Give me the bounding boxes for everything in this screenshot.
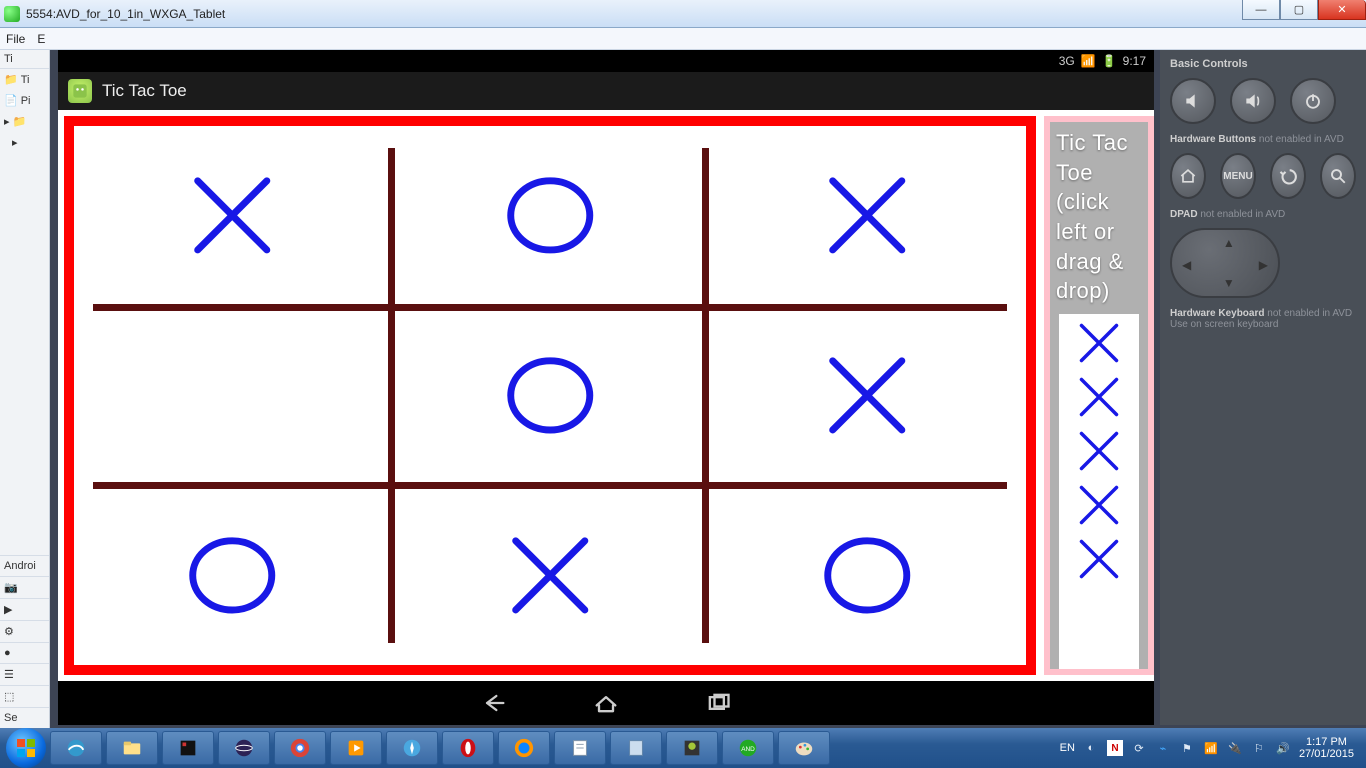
taskbar-app-2[interactable] xyxy=(610,731,662,765)
window-titlebar[interactable]: 5554:AVD_for_10_1in_WXGA_Tablet — ▢ ✕ xyxy=(0,0,1366,28)
ide-tab-2[interactable]: Ti xyxy=(21,74,30,86)
palette-piece-0[interactable] xyxy=(1074,318,1124,368)
start-button[interactable] xyxy=(6,728,46,768)
palette-piece-4[interactable] xyxy=(1074,534,1124,584)
taskbar-media[interactable] xyxy=(330,731,382,765)
network-icon: 3G xyxy=(1059,54,1075,68)
back-button[interactable] xyxy=(478,687,510,719)
taskbar-android-studio[interactable] xyxy=(666,731,718,765)
emu-menu-button[interactable]: MENU xyxy=(1220,153,1256,199)
tray-icon-3[interactable]: ⟳ xyxy=(1131,740,1147,756)
board-cell-0[interactable] xyxy=(74,126,391,306)
tray-icon-4[interactable]: ⚑ xyxy=(1179,740,1195,756)
piece-palette: Tic Tac Toe (click left or drag & drop) xyxy=(1044,116,1154,675)
app-icon xyxy=(68,79,92,103)
system-tray: EN ◐ N ⟳ ⌁ ⚑ 📶 🔌 ⚐ 🔊 1:17 PM 27/01/2015 xyxy=(1060,736,1360,760)
taskbar-firefox[interactable] xyxy=(498,731,550,765)
palette-piece-3[interactable] xyxy=(1074,480,1124,530)
emu-home-button[interactable] xyxy=(1170,153,1206,199)
app-title: Tic Tac Toe xyxy=(102,81,187,101)
board-cell-5[interactable] xyxy=(709,306,1026,486)
game-board[interactable] xyxy=(64,116,1036,675)
taskbar-opera[interactable] xyxy=(442,731,494,765)
close-button[interactable]: ✕ xyxy=(1318,0,1366,20)
palette-piece-1[interactable] xyxy=(1074,372,1124,422)
tray-icon-2[interactable]: N xyxy=(1107,740,1123,756)
tray-bluetooth-icon[interactable]: ⌁ xyxy=(1155,740,1171,756)
taskbar-notepad[interactable] xyxy=(554,731,606,765)
palette-label: Tic Tac Toe (click left or drag & drop) xyxy=(1050,122,1148,314)
board-cell-2[interactable] xyxy=(709,126,1026,306)
taskbar-explorer[interactable] xyxy=(106,731,158,765)
board-cell-7[interactable] xyxy=(391,485,708,665)
home-button[interactable] xyxy=(590,687,622,719)
board-cell-1[interactable] xyxy=(391,126,708,306)
tray-clock[interactable]: 1:17 PM 27/01/2015 xyxy=(1299,736,1354,760)
basic-controls-header: Basic Controls xyxy=(1170,58,1356,70)
dpad-note: not enabled in AVD xyxy=(1200,209,1285,220)
board-cell-4[interactable] xyxy=(391,306,708,486)
android-statusbar: 3G 📶 🔋 9:17 xyxy=(58,50,1154,72)
app-bar: Tic Tac Toe xyxy=(58,72,1154,110)
ide-tab-1[interactable]: Ti xyxy=(0,50,49,69)
menu-edit[interactable]: E xyxy=(37,32,45,46)
board-cell-6[interactable] xyxy=(74,485,391,665)
battery-icon: 🔋 xyxy=(1102,54,1117,68)
palette-piece-2[interactable] xyxy=(1074,426,1124,476)
tray-volume-icon[interactable]: 🔊 xyxy=(1275,740,1291,756)
hw-keyboard-label: Hardware Keyboard xyxy=(1170,308,1264,319)
power-button[interactable] xyxy=(1290,78,1336,124)
hw-buttons-note: not enabled in AVD xyxy=(1259,134,1344,145)
emulator-controls: Basic Controls Hardware Buttons not enab… xyxy=(1160,50,1366,725)
ide-tab-3[interactable]: Pi xyxy=(21,95,31,107)
taskbar-avd[interactable]: AND xyxy=(722,731,774,765)
tray-power-icon[interactable]: 🔌 xyxy=(1227,740,1243,756)
emu-back-button[interactable] xyxy=(1270,153,1306,199)
dpad[interactable]: ▲ ▼ ◀ ▶ xyxy=(1170,228,1280,298)
tray-icon-1[interactable]: ◐ xyxy=(1083,740,1099,756)
ide-sidebar: Ti 📁 Ti 📄 Pi ▸ 📁 ▸ Androi 📷 ▶ ⚙ ● ☰ ⬚ Se xyxy=(0,50,50,728)
maximize-button[interactable]: ▢ xyxy=(1280,0,1318,20)
taskbar-eclipse[interactable] xyxy=(218,731,270,765)
recents-button[interactable] xyxy=(702,687,734,719)
tray-network-icon[interactable]: 📶 xyxy=(1203,740,1219,756)
status-time: 9:17 xyxy=(1123,54,1146,68)
hw-keyboard-note: not enabled in AVD xyxy=(1267,308,1352,319)
dpad-label: DPAD xyxy=(1170,209,1198,220)
emulator-icon xyxy=(4,6,20,22)
palette-pieces xyxy=(1059,314,1139,669)
tray-date: 27/01/2015 xyxy=(1299,748,1354,760)
ide-android-panel[interactable]: Androi xyxy=(0,555,49,576)
tray-time: 1:17 PM xyxy=(1299,736,1354,748)
taskbar-safari[interactable] xyxy=(386,731,438,765)
window-title: 5554:AVD_for_10_1in_WXGA_Tablet xyxy=(26,7,225,21)
hw-keyboard-sub: Use on screen keyboard xyxy=(1170,319,1278,330)
board-cell-3[interactable] xyxy=(74,306,391,486)
taskbar-ie[interactable] xyxy=(50,731,102,765)
tray-action-icon[interactable]: ⚐ xyxy=(1251,740,1267,756)
volume-up-button[interactable] xyxy=(1230,78,1276,124)
board-cell-8[interactable] xyxy=(709,485,1026,665)
ide-se[interactable]: Se xyxy=(0,707,49,728)
menu-bar: File E xyxy=(0,28,1366,50)
menu-file[interactable]: File xyxy=(6,32,25,46)
taskbar-paint[interactable] xyxy=(778,731,830,765)
tray-lang[interactable]: EN xyxy=(1060,742,1075,754)
svg-text:AND: AND xyxy=(741,746,755,753)
emulator-device: 3G 📶 🔋 9:17 Tic Tac Toe xyxy=(58,50,1154,725)
minimize-button[interactable]: — xyxy=(1242,0,1280,20)
taskbar-app-1[interactable] xyxy=(162,731,214,765)
taskbar-chrome[interactable] xyxy=(274,731,326,765)
signal-icon: 📶 xyxy=(1081,54,1096,68)
volume-down-button[interactable] xyxy=(1170,78,1216,124)
hw-buttons-label: Hardware Buttons xyxy=(1170,134,1256,145)
emu-search-button[interactable] xyxy=(1320,153,1356,199)
android-navbar xyxy=(58,681,1154,725)
windows-taskbar: AND EN ◐ N ⟳ ⌁ ⚑ 📶 🔌 ⚐ 🔊 1:17 PM 27/01/2… xyxy=(0,728,1366,768)
